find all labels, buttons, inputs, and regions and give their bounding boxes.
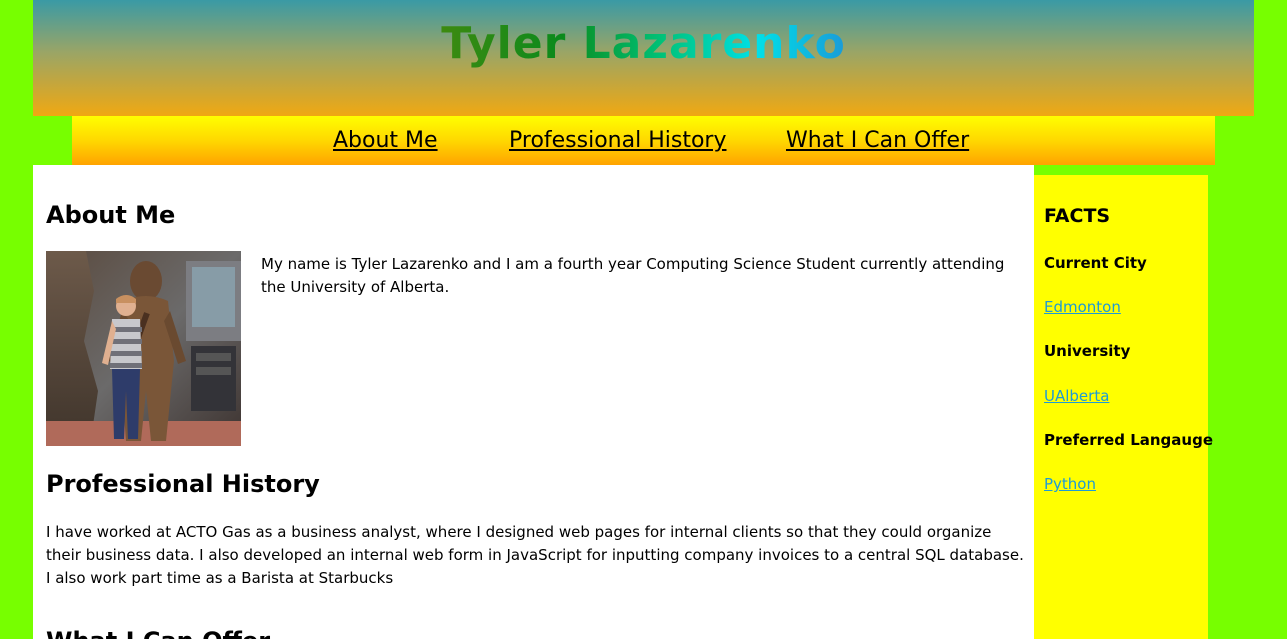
fact-label-university: University (1044, 342, 1131, 360)
what-i-can-offer-heading: What I Can Offer (46, 625, 270, 639)
header: Tyler Lazarenko (33, 0, 1254, 116)
nav-link-about-me[interactable]: About Me (333, 126, 438, 156)
site-title: Tyler Lazarenko (33, 12, 1254, 76)
fact-link-edmonton[interactable]: Edmonton (1044, 298, 1121, 316)
profile-photo (46, 251, 241, 446)
facts-sidebar: FACTS Current City Edmonton University U… (1034, 175, 1213, 639)
about-me-text: My name is Tyler Lazarenko and I am a fo… (261, 255, 1005, 296)
professional-history-heading: Professional History (46, 470, 320, 498)
site-title-text: Tyler Lazarenko (441, 18, 846, 69)
about-me-heading: About Me (46, 201, 176, 229)
professional-history-text: I have worked at ACTO Gas as a business … (46, 523, 1024, 587)
fact-link-python[interactable]: Python (1044, 475, 1096, 493)
fact-label-current-city: Current City (1044, 254, 1147, 272)
fact-label-preferred-language: Preferred Langauge (1044, 431, 1213, 449)
nav-bar: About Me Professional History What I Can… (72, 116, 1215, 165)
facts-title: FACTS (1044, 205, 1111, 227)
fact-link-ualberta[interactable]: UAlberta (1044, 387, 1109, 405)
page: Tyler Lazarenko About Me Professional Hi… (0, 0, 1287, 639)
nav-link-what-i-can-offer[interactable]: What I Can Offer (786, 126, 969, 156)
nav-link-professional-history[interactable]: Professional History (509, 126, 726, 156)
main-content: About Me My name is Tyler Lazarenko and … (33, 165, 1034, 639)
